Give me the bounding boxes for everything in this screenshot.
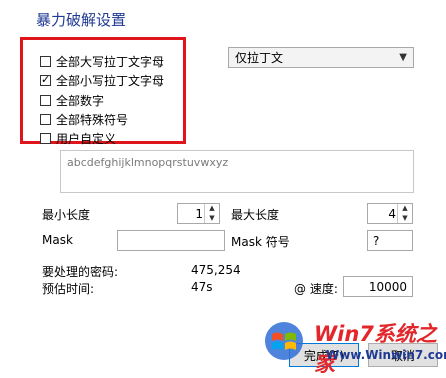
windows-logo-icon xyxy=(265,322,303,360)
lowercase-checkbox[interactable] xyxy=(40,73,51,86)
max-length-value: 4 xyxy=(388,206,396,221)
digits-label: 全部数字 xyxy=(56,93,105,108)
watermark: Win7系统之家 Www.Winwin7.com xyxy=(258,316,446,376)
mask-input[interactable] xyxy=(117,230,225,251)
min-length-stepper[interactable]: ▲ ▼ xyxy=(204,204,219,223)
custom-label: 用户自定义 xyxy=(56,131,117,146)
spin-up-icon[interactable]: ▲ xyxy=(398,204,412,214)
max-length-label: 最大长度 xyxy=(231,208,280,222)
dialog-title: 暴力破解设置 xyxy=(36,11,127,29)
charset-lowercase-option[interactable]: 全部小写拉丁文字母 xyxy=(40,71,164,89)
passwords-to-process-label: 要处理的密码: xyxy=(42,265,119,279)
max-length-stepper[interactable]: ▲ ▼ xyxy=(397,204,412,223)
mask-label: Mask xyxy=(42,233,73,247)
spin-up-icon[interactable]: ▲ xyxy=(205,204,219,214)
special-label: 全部特殊符号 xyxy=(56,112,129,127)
chevron-down-icon: ▼ xyxy=(399,52,407,63)
estimated-time-value: 47s xyxy=(191,280,213,294)
passwords-to-process-value: 475,254 xyxy=(191,263,241,277)
uppercase-checkbox[interactable] xyxy=(40,55,51,67)
charset-digits-option[interactable]: 全部数字 xyxy=(40,91,104,109)
language-select-value: 仅拉丁文 xyxy=(235,51,284,65)
min-length-value: 1 xyxy=(195,206,203,221)
spin-down-icon[interactable]: ▼ xyxy=(398,214,412,224)
special-checkbox[interactable] xyxy=(40,113,51,125)
spin-down-icon[interactable]: ▼ xyxy=(205,214,219,224)
charset-special-option[interactable]: 全部特殊符号 xyxy=(40,110,128,128)
speed-value: 10000 xyxy=(368,279,407,294)
charset-uppercase-option[interactable]: 全部大写拉丁文字母 xyxy=(40,52,164,70)
mask-symbol-input[interactable]: ? xyxy=(367,230,413,251)
min-length-label: 最小长度 xyxy=(42,208,91,222)
digits-checkbox[interactable] xyxy=(40,94,51,106)
language-select[interactable]: 仅拉丁文 ▼ xyxy=(228,47,414,68)
charset-preview-box[interactable]: abcdefghijklmnopqrstuvwxyz xyxy=(60,150,414,193)
lowercase-label: 全部小写拉丁文字母 xyxy=(56,73,165,88)
watermark-url: Www.Winwin7.com xyxy=(326,348,446,362)
speed-input[interactable]: 10000 xyxy=(343,276,413,297)
charset-preview-text: abcdefghijklmnopqrstuvwxyz xyxy=(67,156,229,169)
estimated-time-label: 预估时间: xyxy=(42,282,95,296)
uppercase-label: 全部大写拉丁文字母 xyxy=(56,54,165,69)
mask-symbol-value: ? xyxy=(373,233,380,248)
mask-symbol-label: Mask 符号 xyxy=(231,235,290,249)
max-length-spinner[interactable]: 4 ▲ ▼ xyxy=(367,203,413,224)
speed-label: @ 速度: xyxy=(294,282,338,296)
custom-checkbox[interactable] xyxy=(40,132,51,144)
min-length-spinner[interactable]: 1 ▲ ▼ xyxy=(177,203,220,224)
charset-custom-option[interactable]: 用户自定义 xyxy=(40,129,116,147)
